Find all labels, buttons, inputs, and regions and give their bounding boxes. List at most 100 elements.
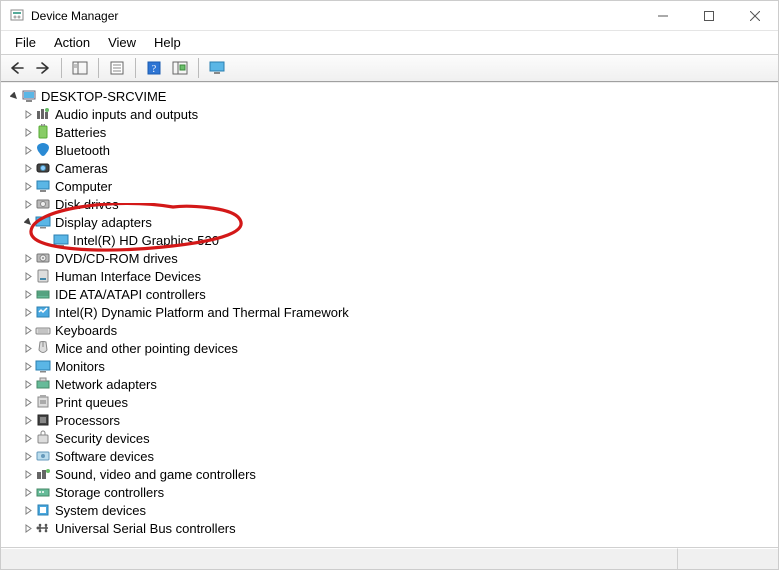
menu-file[interactable]: File <box>7 33 44 52</box>
expand-icon[interactable] <box>21 359 35 373</box>
category-icon <box>35 286 51 302</box>
toolbar: ? <box>1 54 778 82</box>
monitor-button[interactable] <box>205 57 229 79</box>
tree-category-node[interactable]: System devices <box>21 501 776 519</box>
expand-icon[interactable] <box>21 413 35 427</box>
tree-category-node[interactable]: Network adapters <box>21 375 776 393</box>
expand-icon[interactable] <box>21 107 35 121</box>
expand-icon[interactable] <box>21 467 35 481</box>
category-icon <box>35 214 51 230</box>
toolbar-separator <box>98 58 99 78</box>
expand-icon[interactable] <box>21 323 35 337</box>
menu-help[interactable]: Help <box>146 33 189 52</box>
category-label: Bluetooth <box>55 143 110 158</box>
device-tree-area[interactable]: DESKTOP-SRCVIME Audio inputs and outputs… <box>1 82 778 547</box>
expand-icon[interactable] <box>21 197 35 211</box>
category-icon <box>35 376 51 392</box>
expand-icon[interactable] <box>21 341 35 355</box>
tree-category-node[interactable]: Sound, video and game controllers <box>21 465 776 483</box>
scan-hardware-button[interactable] <box>168 57 192 79</box>
category-label: DVD/CD-ROM drives <box>55 251 178 266</box>
tree-category-node[interactable]: Monitors <box>21 357 776 375</box>
tree-category-node[interactable]: Software devices <box>21 447 776 465</box>
expand-icon[interactable] <box>21 395 35 409</box>
help-button[interactable]: ? <box>142 57 166 79</box>
expand-icon[interactable] <box>21 143 35 157</box>
category-icon <box>35 250 51 266</box>
tree-category-node[interactable]: Computer <box>21 177 776 195</box>
tree-category-node[interactable]: Display adapters <box>21 213 776 231</box>
expand-icon[interactable] <box>21 521 35 535</box>
expand-icon[interactable] <box>21 449 35 463</box>
category-icon <box>35 178 51 194</box>
toolbar-separator <box>135 58 136 78</box>
window-controls <box>640 1 778 31</box>
category-label: Intel(R) Dynamic Platform and Thermal Fr… <box>55 305 349 320</box>
tree-root-node[interactable]: DESKTOP-SRCVIME <box>3 87 776 105</box>
category-icon <box>35 160 51 176</box>
category-icon <box>35 412 51 428</box>
category-label: Storage controllers <box>55 485 164 500</box>
tree-category-node[interactable]: Mice and other pointing devices <box>21 339 776 357</box>
tree-category-node[interactable]: Storage controllers <box>21 483 776 501</box>
expand-icon[interactable] <box>21 179 35 193</box>
category-icon <box>35 430 51 446</box>
category-label: Batteries <box>55 125 106 140</box>
tree-category-node[interactable]: IDE ATA/ATAPI controllers <box>21 285 776 303</box>
category-label: Processors <box>55 413 120 428</box>
expand-icon[interactable] <box>21 485 35 499</box>
minimize-button[interactable] <box>640 1 686 31</box>
category-icon <box>35 196 51 212</box>
menu-view[interactable]: View <box>100 33 144 52</box>
expand-icon[interactable] <box>21 431 35 445</box>
expand-icon[interactable] <box>7 89 21 103</box>
tree-category-node[interactable]: Batteries <box>21 123 776 141</box>
app-icon <box>9 8 25 24</box>
collapse-icon[interactable] <box>21 215 35 229</box>
titlebar: Device Manager <box>1 1 778 31</box>
tree-category-node[interactable]: DVD/CD-ROM drives <box>21 249 776 267</box>
tree-category-node[interactable]: Processors <box>21 411 776 429</box>
category-label: Computer <box>55 179 112 194</box>
device-label: Intel(R) HD Graphics 520 <box>73 233 219 248</box>
category-label: Cameras <box>55 161 108 176</box>
expand-icon[interactable] <box>21 287 35 301</box>
expand-icon[interactable] <box>21 305 35 319</box>
menu-action[interactable]: Action <box>46 33 98 52</box>
forward-button[interactable] <box>31 57 55 79</box>
tree-category-node[interactable]: Cameras <box>21 159 776 177</box>
expand-icon[interactable] <box>21 125 35 139</box>
svg-text:?: ? <box>152 64 157 75</box>
expand-icon[interactable] <box>21 251 35 265</box>
expand-icon[interactable] <box>21 377 35 391</box>
expand-icon[interactable] <box>21 161 35 175</box>
category-icon <box>35 304 51 320</box>
category-icon <box>35 394 51 410</box>
category-label: Monitors <box>55 359 105 374</box>
tree-category-node[interactable]: Keyboards <box>21 321 776 339</box>
category-label: Audio inputs and outputs <box>55 107 198 122</box>
back-button[interactable] <box>5 57 29 79</box>
tree-category-node[interactable]: Print queues <box>21 393 776 411</box>
category-icon <box>35 268 51 284</box>
properties-button[interactable] <box>105 57 129 79</box>
maximize-button[interactable] <box>686 1 732 31</box>
category-icon <box>35 448 51 464</box>
tree-category-node[interactable]: Disk drives <box>21 195 776 213</box>
tree-device-node[interactable]: Intel(R) HD Graphics 520 <box>39 231 776 249</box>
expand-icon[interactable] <box>21 503 35 517</box>
tree-category-node[interactable]: Human Interface Devices <box>21 267 776 285</box>
category-icon <box>35 502 51 518</box>
toolbar-separator <box>61 58 62 78</box>
tree-category-node[interactable]: Universal Serial Bus controllers <box>21 519 776 537</box>
device-icon <box>53 232 69 248</box>
close-button[interactable] <box>732 1 778 31</box>
tree-category-node[interactable]: Audio inputs and outputs <box>21 105 776 123</box>
expander-spacer <box>39 233 53 247</box>
tree-category-node[interactable]: Intel(R) Dynamic Platform and Thermal Fr… <box>21 303 776 321</box>
expand-icon[interactable] <box>21 269 35 283</box>
category-icon <box>35 520 51 536</box>
tree-category-node[interactable]: Bluetooth <box>21 141 776 159</box>
show-hide-console-tree-button[interactable] <box>68 57 92 79</box>
tree-category-node[interactable]: Security devices <box>21 429 776 447</box>
